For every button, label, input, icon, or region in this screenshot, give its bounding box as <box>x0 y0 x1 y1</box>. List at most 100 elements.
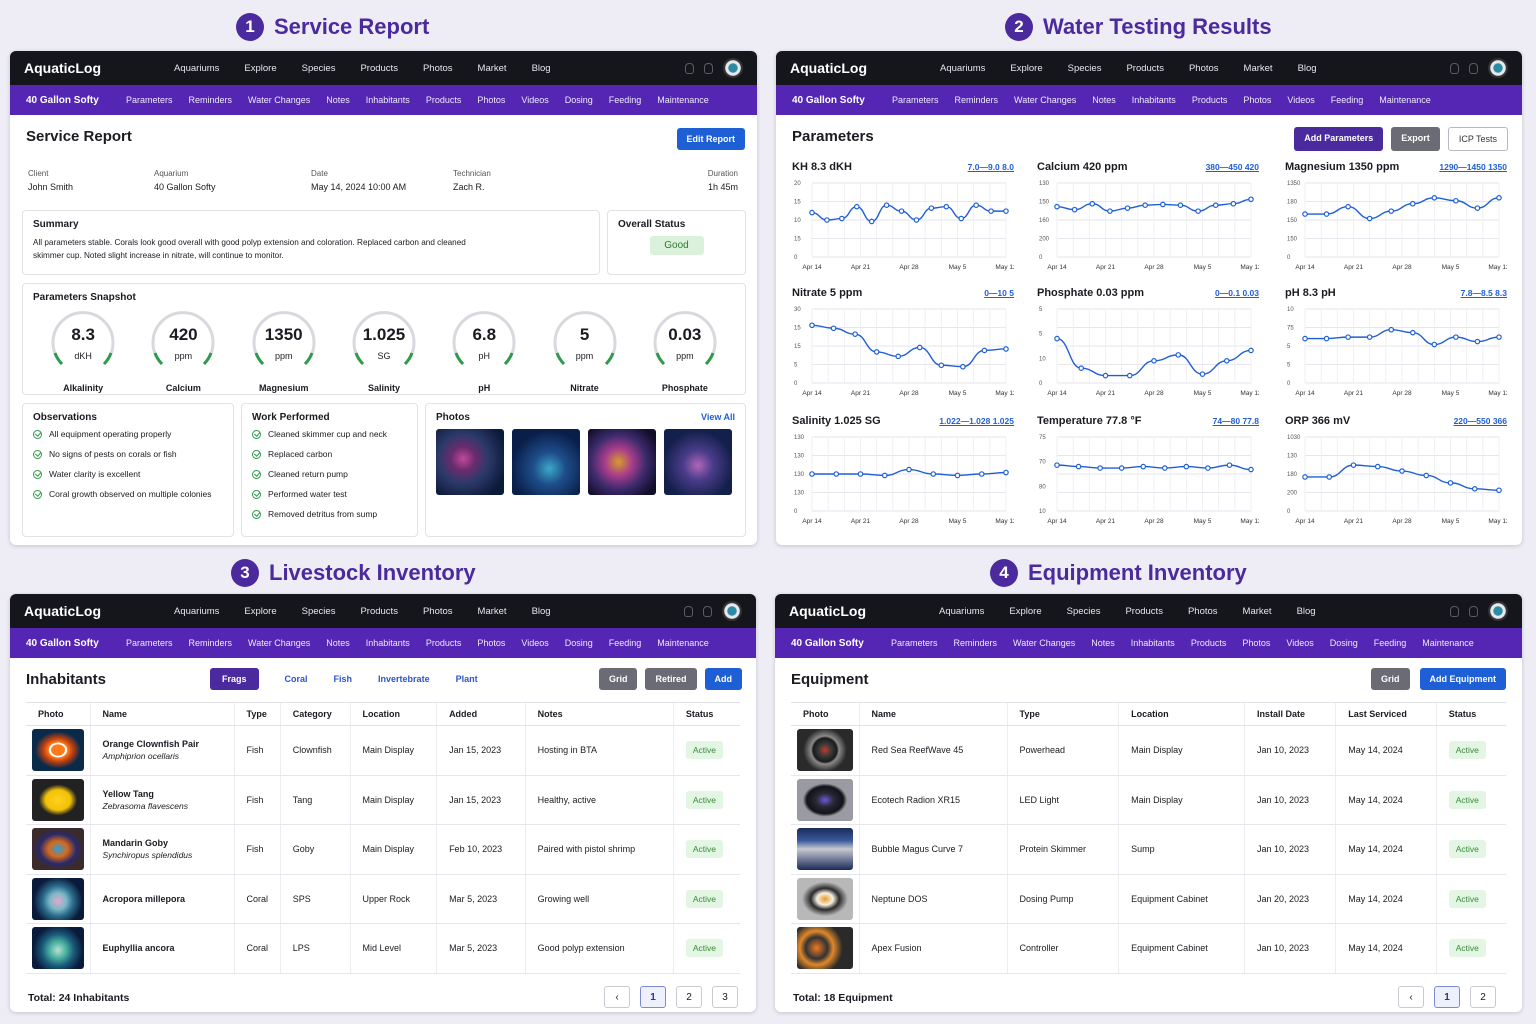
add-parameters-button[interactable]: Add Parameters <box>1294 127 1384 151</box>
name-cell[interactable]: Red Sea ReefWave 45 <box>858 725 1007 776</box>
inhabitant-photo[interactable] <box>32 877 84 920</box>
subnav-photos[interactable]: Photos <box>1242 638 1270 648</box>
nav-aquariums[interactable]: Aquariums <box>939 606 984 617</box>
subnav-dosing[interactable]: Dosing <box>565 638 593 648</box>
equipment-photo[interactable] <box>797 778 853 821</box>
inhabitant-photo[interactable] <box>32 778 84 821</box>
target-range-link[interactable]: 220—550 366 <box>1454 416 1507 426</box>
page-button[interactable]: 1 <box>1434 986 1460 1008</box>
avatar[interactable] <box>1488 58 1508 78</box>
equipment-photo[interactable] <box>797 729 853 772</box>
filter-coral[interactable]: Coral <box>285 674 308 684</box>
subnav-inhabitants[interactable]: Inhabitants <box>1132 95 1176 105</box>
subnav-feeding[interactable]: Feeding <box>1374 638 1407 648</box>
subnav-products[interactable]: Products <box>426 638 462 648</box>
column-header[interactable]: Category <box>279 702 351 726</box>
subnav-photos[interactable]: Photos <box>1243 95 1271 105</box>
retired-button[interactable]: Retired <box>645 668 697 690</box>
subnav-reminders[interactable]: Reminders <box>189 95 233 105</box>
prev-page-button[interactable]: ‹ <box>604 986 630 1008</box>
target-range-link[interactable]: 1290—1450 1350 <box>1439 162 1507 172</box>
column-header[interactable]: Notes <box>524 702 674 726</box>
nav-blog[interactable]: Blog <box>1297 606 1316 617</box>
target-range-link[interactable]: 7.8—8.5 8.3 <box>1461 288 1507 298</box>
notification-icon[interactable] <box>685 62 694 74</box>
subnav-inhabitants[interactable]: Inhabitants <box>366 95 410 105</box>
cart-icon[interactable] <box>704 62 713 74</box>
equipment-photo[interactable] <box>797 927 853 970</box>
table-row[interactable]: Bubble Magus Curve 7 Protein Skimmer Sump J… <box>791 824 1506 875</box>
grid-view-button[interactable]: Grid <box>1370 668 1410 690</box>
column-header[interactable]: Photo <box>26 702 90 726</box>
subnav-maintenance[interactable]: Maintenance <box>1379 95 1431 105</box>
subnav-dosing[interactable]: Dosing <box>1330 638 1358 648</box>
nav-explore[interactable]: Explore <box>244 63 276 74</box>
table-row[interactable]: Ecotech Radion XR15 LED Light Main Display… <box>791 775 1506 825</box>
subnav-photos[interactable]: Photos <box>477 638 505 648</box>
inhabitant-photo[interactable] <box>32 729 84 772</box>
subnav-feeding[interactable]: Feeding <box>609 638 642 648</box>
table-row[interactable]: Neptune DOS Dosing Pump Equipment Cabinet J… <box>791 874 1506 924</box>
subnav-reminders[interactable]: Reminders <box>954 638 998 648</box>
brand-logo[interactable]: AquaticLog <box>790 60 940 76</box>
nav-explore[interactable]: Explore <box>244 606 276 617</box>
table-row[interactable]: Orange Clownfish Pair Amphiprion ocellari… <box>26 725 740 776</box>
nav-products[interactable]: Products <box>360 63 398 74</box>
nav-aquariums[interactable]: Aquariums <box>940 63 985 74</box>
nav-market[interactable]: Market <box>478 606 507 617</box>
subnav-parameters[interactable]: Parameters <box>126 95 173 105</box>
table-row[interactable]: Mandarin Goby Synchiropus splendidus Fish G… <box>26 824 740 875</box>
subnav-water-changes[interactable]: Water Changes <box>248 638 310 648</box>
nav-photos[interactable]: Photos <box>1188 606 1218 617</box>
subnav-inhabitants[interactable]: Inhabitants <box>1131 638 1175 648</box>
target-range-link[interactable]: 380—450 420 <box>1206 162 1259 172</box>
subnav-parameters[interactable]: Parameters <box>126 638 173 648</box>
brand-logo[interactable]: AquaticLog <box>24 60 174 76</box>
name-cell[interactable]: Bubble Magus Curve 7 <box>858 824 1007 875</box>
column-header[interactable]: Install Date <box>1243 702 1336 726</box>
subnav-maintenance[interactable]: Maintenance <box>657 638 709 648</box>
table-row[interactable]: Acropora millepora Coral SPS Upper Rock Mar … <box>26 874 740 924</box>
add-equipment-button[interactable]: Add Equipment <box>1419 668 1506 690</box>
edit-report-button[interactable]: Edit Report <box>676 128 745 150</box>
subnav-photos[interactable]: Photos <box>477 95 505 105</box>
subnav-reminders[interactable]: Reminders <box>189 638 233 648</box>
column-header[interactable]: Status <box>1435 702 1506 726</box>
tank-name[interactable]: 40 Gallon Softy <box>26 95 126 106</box>
nav-aquariums[interactable]: Aquariums <box>174 63 219 74</box>
subnav-feeding[interactable]: Feeding <box>609 95 642 105</box>
table-row[interactable]: Euphyllia ancora Coral LPS Mid Level Mar 5, … <box>26 923 740 974</box>
notification-icon[interactable] <box>1450 605 1459 617</box>
nav-blog[interactable]: Blog <box>1298 63 1317 74</box>
subnav-videos[interactable]: Videos <box>521 95 548 105</box>
subnav-notes[interactable]: Notes <box>326 638 350 648</box>
view-all-link[interactable]: View All <box>701 412 735 422</box>
subnav-parameters[interactable]: Parameters <box>891 638 938 648</box>
avatar[interactable] <box>723 58 743 78</box>
notification-icon[interactable] <box>684 605 693 617</box>
equipment-photo[interactable] <box>797 828 853 871</box>
inhabitant-name[interactable]: Yellow Tang <box>103 789 234 799</box>
brand-logo[interactable]: AquaticLog <box>789 603 939 619</box>
subnav-water-changes[interactable]: Water Changes <box>1014 95 1076 105</box>
target-range-link[interactable]: 74—80 77.8 <box>1213 416 1259 426</box>
prev-page-button[interactable]: ‹ <box>1398 986 1424 1008</box>
cart-icon[interactable] <box>1469 62 1478 74</box>
subnav-products[interactable]: Products <box>426 95 462 105</box>
nav-species[interactable]: Species <box>302 606 336 617</box>
page-button[interactable]: 2 <box>1470 986 1496 1008</box>
subnav-maintenance[interactable]: Maintenance <box>1422 638 1474 648</box>
target-range-link[interactable]: 0—0.1 0.03 <box>1215 288 1259 298</box>
reef-photo[interactable] <box>664 429 732 495</box>
nav-species[interactable]: Species <box>1068 63 1102 74</box>
avatar[interactable] <box>722 601 742 621</box>
inhabitant-name[interactable]: Mandarin Goby <box>103 838 234 848</box>
nav-explore[interactable]: Explore <box>1009 606 1041 617</box>
subnav-notes[interactable]: Notes <box>326 95 350 105</box>
column-header[interactable]: Status <box>672 702 740 726</box>
filter-frags[interactable]: Frags <box>210 668 259 690</box>
column-header[interactable]: Type <box>233 702 281 726</box>
nav-photos[interactable]: Photos <box>423 606 453 617</box>
column-header[interactable]: Last Serviced <box>1335 702 1437 726</box>
subnav-maintenance[interactable]: Maintenance <box>657 95 709 105</box>
